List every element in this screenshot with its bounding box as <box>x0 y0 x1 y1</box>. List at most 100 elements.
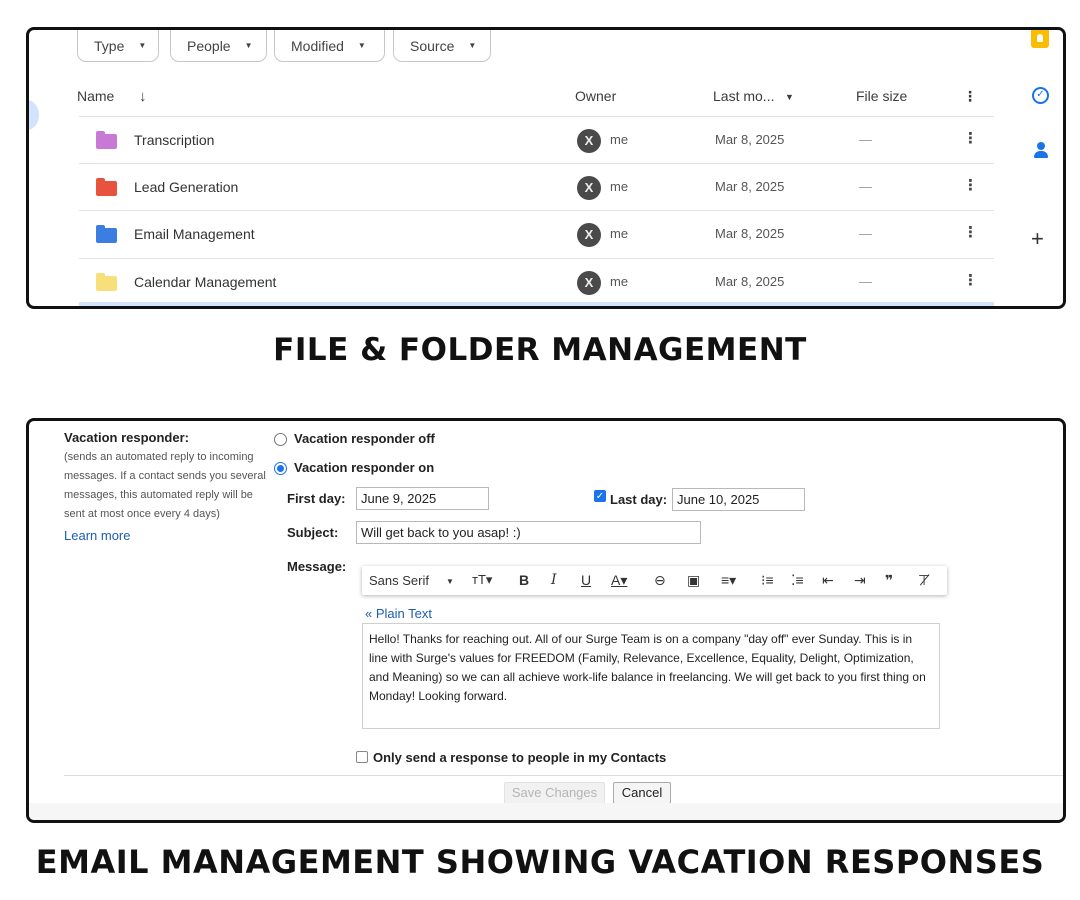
owner-cell: me <box>610 226 629 241</box>
size-cell: — <box>859 132 872 147</box>
filter-source-chip[interactable]: Source ▼ <box>393 30 491 62</box>
first-day-label: First day: <box>287 491 346 506</box>
filter-modified-chip[interactable]: Modified ▼ <box>274 30 385 62</box>
filter-type-label: Type <box>94 37 125 54</box>
indent-less-icon[interactable]: ⇤ <box>822 572 834 589</box>
table-row[interactable]: Lead Generation Xme Mar 8, 2025 — ⋮ <box>79 163 994 210</box>
indent-more-icon[interactable]: ⇥ <box>854 572 866 589</box>
more-options-icon[interactable]: ⋮ <box>963 176 978 194</box>
more-options-icon[interactable]: ⋮ <box>963 129 978 147</box>
image-icon[interactable]: ▣ <box>687 572 700 589</box>
caption-email-management: EMAIL MANAGEMENT SHOWING VACATION RESPON… <box>35 843 1045 881</box>
file-name: Email Management <box>134 226 255 242</box>
responder-off-label: Vacation responder off <box>294 431 435 446</box>
nav-rail-indicator <box>29 100 39 130</box>
folder-icon <box>96 225 117 243</box>
last-day-checkbox[interactable]: ✓ <box>594 490 606 502</box>
column-name-header[interactable]: Name <box>77 88 114 104</box>
column-file-size-header[interactable]: File size <box>856 88 907 104</box>
sort-caret-icon[interactable]: ▼ <box>785 92 794 102</box>
underline-icon[interactable]: U <box>581 572 591 588</box>
keep-icon[interactable] <box>1031 30 1049 48</box>
owner-cell: me <box>610 132 629 147</box>
chevron-down-icon: ▼ <box>244 41 253 50</box>
cancel-button[interactable]: Cancel <box>613 782 671 804</box>
subject-label: Subject: <box>287 525 339 540</box>
drive-panel: Type ▼ People ▼ Modified ▼ Source ▼ Name… <box>26 27 1066 309</box>
more-options-icon[interactable]: ⋮ <box>963 271 978 289</box>
subject-input[interactable]: Will get back to you asap! :) <box>356 521 701 544</box>
learn-more-link[interactable]: Learn more <box>64 528 130 543</box>
vacation-description: (sends an automated reply to incoming me… <box>64 451 266 520</box>
text-color-icon[interactable]: A▾ <box>611 572 627 589</box>
divider <box>64 775 1063 776</box>
responder-on-label: Vacation responder on <box>294 460 435 475</box>
formatting-toolbar: Sans Serif ▼ тT▾ B I U A▾ ⊖ ▣ ≡▾ ⁝≡ ⁚≡ ⇤… <box>362 566 947 595</box>
remove-formatting-icon[interactable]: ⊤̸ <box>918 572 930 589</box>
filter-type-chip[interactable]: Type ▼ <box>77 30 159 62</box>
vacation-responder-title: Vacation responder: <box>64 430 189 445</box>
responder-on-radio[interactable] <box>274 462 287 475</box>
file-name: Lead Generation <box>134 179 239 195</box>
folder-icon <box>96 131 117 149</box>
font-chevron-icon[interactable]: ▼ <box>446 577 454 586</box>
sort-arrow-icon[interactable]: ↓ <box>139 88 147 105</box>
size-cell: — <box>859 274 872 289</box>
last-day-label: Last day: <box>610 492 668 507</box>
avatar: X <box>577 176 601 200</box>
side-panel <box>1014 30 1063 306</box>
message-label: Message: <box>287 559 347 574</box>
chevron-down-icon: ▼ <box>138 41 147 50</box>
column-last-modified-header[interactable]: Last mo... <box>713 88 774 104</box>
contacts-icon[interactable] <box>1034 142 1048 160</box>
footer-strip <box>29 803 1063 820</box>
filter-people-label: People <box>187 37 231 54</box>
chevron-down-icon: ▼ <box>468 41 477 50</box>
add-icon[interactable]: + <box>1031 226 1044 252</box>
align-icon[interactable]: ≡▾ <box>721 572 736 589</box>
column-owner-header[interactable]: Owner <box>575 88 616 104</box>
tasks-icon[interactable]: ✓ <box>1032 87 1049 104</box>
text-size-icon[interactable]: тT▾ <box>472 572 492 588</box>
modified-cell: Mar 8, 2025 <box>715 274 785 289</box>
modified-cell: Mar 8, 2025 <box>715 179 785 194</box>
responder-off-radio[interactable] <box>274 433 287 446</box>
bold-icon[interactable]: B <box>519 572 529 588</box>
modified-cell: Mar 8, 2025 <box>715 132 785 147</box>
filter-source-label: Source <box>410 37 455 54</box>
link-icon[interactable]: ⊖ <box>654 572 666 589</box>
contacts-only-label: Only send a response to people in my Con… <box>373 750 667 765</box>
vacation-settings-panel: Vacation responder: (sends an automated … <box>26 418 1066 823</box>
modified-cell: Mar 8, 2025 <box>715 226 785 241</box>
bulleted-list-icon[interactable]: ⁚≡ <box>791 572 804 589</box>
size-cell: — <box>859 226 872 241</box>
quote-icon[interactable]: ❞ <box>885 572 893 589</box>
caption-file-folder: FILE & FOLDER MANAGEMENT <box>273 332 807 368</box>
filter-people-chip[interactable]: People ▼ <box>170 30 267 62</box>
italic-icon[interactable]: I <box>551 572 557 588</box>
last-day-input[interactable]: June 10, 2025 <box>672 488 805 511</box>
table-row[interactable]: Email Management Xme Mar 8, 2025 — ⋮ <box>79 210 994 257</box>
save-changes-button[interactable]: Save Changes <box>504 782 605 804</box>
owner-cell: me <box>610 274 629 289</box>
message-body[interactable]: Hello! Thanks for reaching out. All of o… <box>362 623 940 729</box>
contacts-only-checkbox[interactable] <box>356 751 368 763</box>
avatar: X <box>577 223 601 247</box>
more-options-icon[interactable]: ⋮ <box>963 223 978 241</box>
font-select[interactable]: Sans Serif <box>369 573 429 588</box>
avatar: X <box>577 271 601 295</box>
plain-text-link[interactable]: « Plain Text <box>365 606 432 621</box>
chevron-down-icon: ▼ <box>357 41 366 50</box>
filter-modified-label: Modified <box>291 37 344 54</box>
folder-icon <box>96 273 117 291</box>
file-name: Transcription <box>134 132 215 148</box>
first-day-input[interactable]: June 9, 2025 <box>356 487 489 510</box>
folder-icon <box>96 178 117 196</box>
selected-row-edge <box>79 302 994 306</box>
table-row[interactable]: Calendar Management Xme Mar 8, 2025 — ⋮ <box>79 258 994 305</box>
size-cell: — <box>859 179 872 194</box>
more-options-icon[interactable]: ⋮ <box>963 88 977 105</box>
numbered-list-icon[interactable]: ⁝≡ <box>761 572 774 589</box>
owner-cell: me <box>610 179 629 194</box>
table-row[interactable]: Transcription Xme Mar 8, 2025 — ⋮ <box>79 116 994 163</box>
